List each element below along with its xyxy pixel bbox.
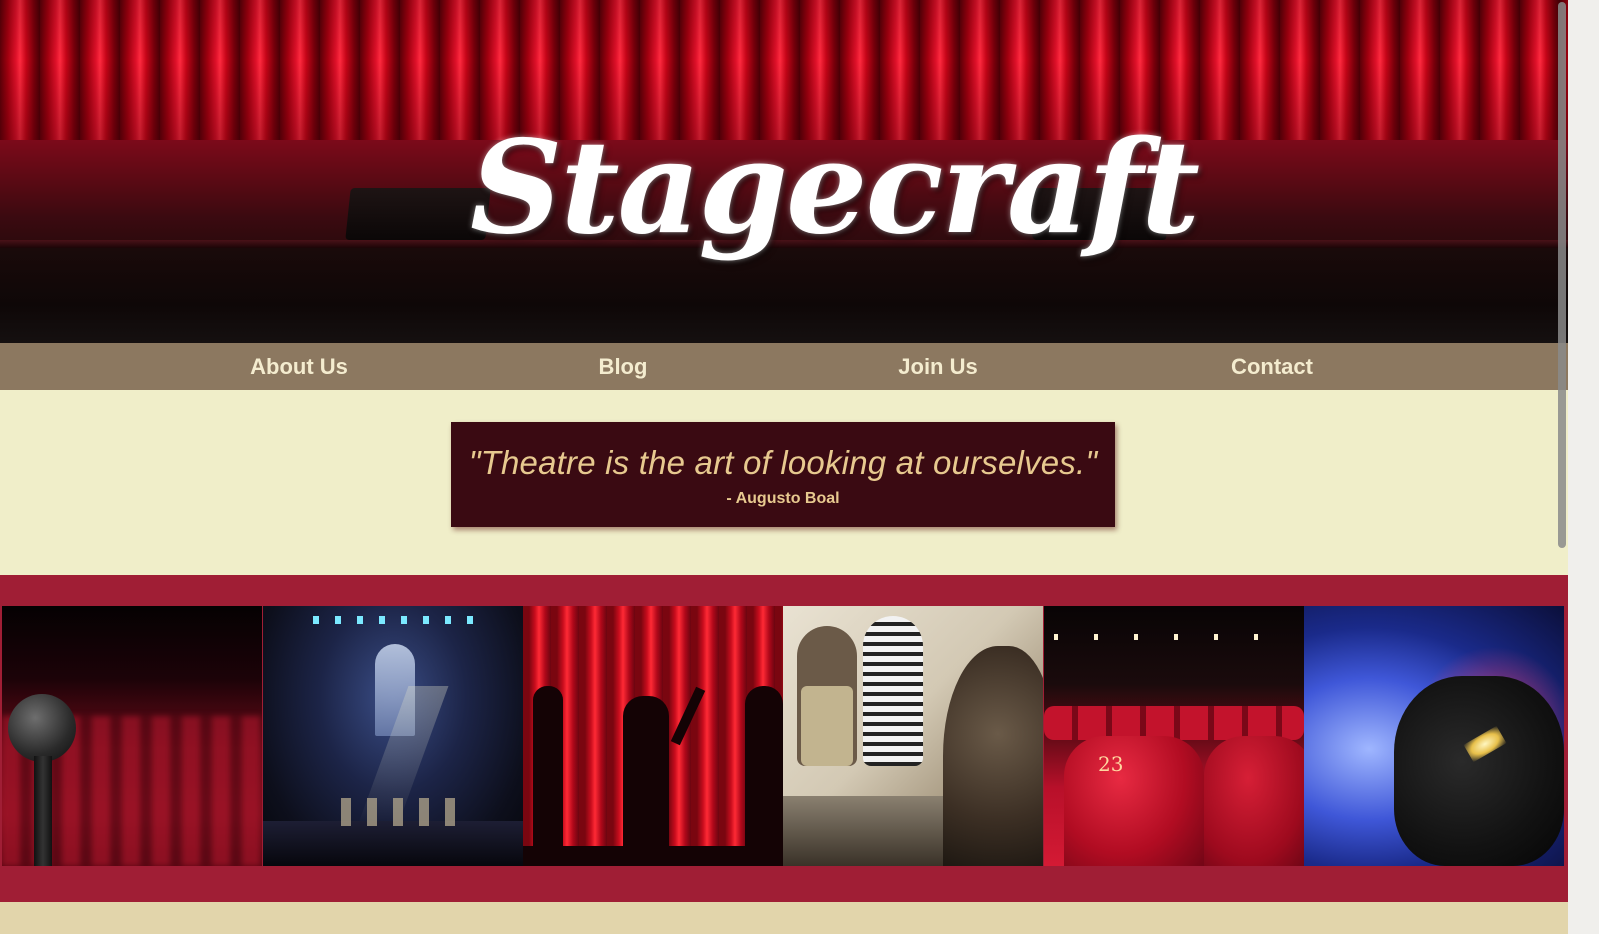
quote-section: "Theatre is the art of looking at oursel… (0, 390, 1568, 575)
seat-front (1064, 736, 1204, 866)
microphone-head (8, 694, 76, 762)
ceiling-lights (1054, 634, 1294, 640)
stage-ground (523, 846, 783, 866)
gallery-image-curtain-silhouettes[interactable] (523, 606, 783, 866)
quote-text: "Theatre is the art of looking at oursel… (468, 444, 1098, 481)
seat-row (1044, 706, 1304, 740)
hero-banner: Stagecraft (0, 0, 1568, 343)
site-logo[interactable]: Stagecraft (470, 88, 1200, 288)
nav-blog[interactable]: Blog (599, 343, 648, 390)
silhouette-left (533, 686, 563, 866)
quote-box: "Theatre is the art of looking at oursel… (451, 422, 1115, 527)
gallery-image-makeup-room[interactable] (783, 606, 1043, 866)
scrollbar-thumb[interactable] (1558, 2, 1566, 548)
silhouette-right (745, 686, 783, 866)
nav-contact[interactable]: Contact (1231, 343, 1313, 390)
main-nav: About Us Blog Join Us Contact (0, 343, 1568, 390)
set-furniture (341, 798, 461, 826)
nav-about-us[interactable]: About Us (250, 343, 348, 390)
makeup-table (783, 796, 963, 866)
quote-author: - Augusto Boal (726, 490, 840, 507)
silhouette-dancer (623, 696, 669, 866)
gallery-image-stage-set[interactable] (263, 606, 523, 866)
spotlight-fixture (1394, 676, 1564, 866)
footer-strip (0, 902, 1568, 934)
gallery-image-red-seats[interactable]: 23 (1044, 606, 1304, 866)
seat-adjacent (1204, 736, 1304, 866)
nav-join-us[interactable]: Join Us (898, 343, 977, 390)
silhouette-arm (670, 686, 706, 746)
scrollbar-track[interactable] (1568, 0, 1599, 934)
foreground-person (943, 646, 1043, 866)
makeup-artist (863, 616, 923, 766)
stage-monitor-left (345, 188, 491, 240)
photo-gallery: 23 (2, 606, 1565, 866)
gallery-image-microphone[interactable] (2, 606, 262, 866)
stage-lights (313, 616, 473, 624)
actor-vest (801, 686, 853, 766)
microphone-stand (34, 756, 52, 866)
stage-floor-small (263, 821, 523, 866)
seat-number: 23 (1098, 752, 1124, 776)
gallery-image-stage-light[interactable] (1304, 606, 1564, 866)
